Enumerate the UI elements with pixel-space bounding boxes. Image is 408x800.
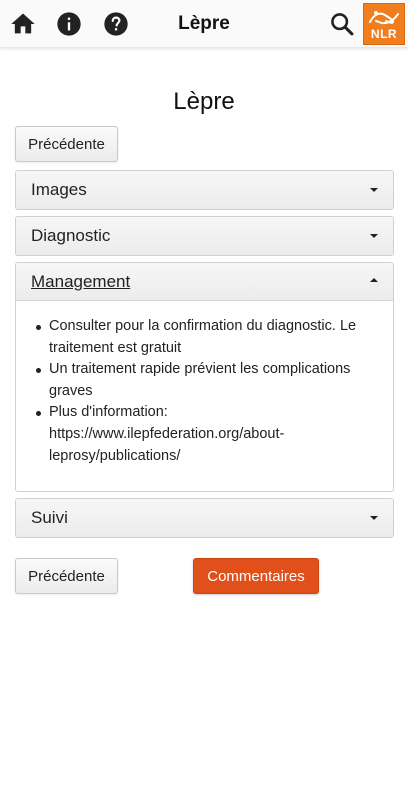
accordion-label: Diagnostic [31, 226, 111, 245]
logo-text: NLR [370, 27, 398, 41]
previous-button-top[interactable]: Précédente [15, 126, 118, 162]
caret-up-icon [370, 278, 378, 282]
accordion-suivi: Suivi [15, 498, 394, 538]
accordion-header-management[interactable]: Management [16, 263, 393, 301]
caret-down-icon [370, 188, 378, 192]
search-icon[interactable] [328, 10, 356, 38]
list-item: Consulter pour la confirmation du diagno… [32, 316, 377, 359]
accordion-images: Images [15, 170, 394, 210]
caret-down-icon [370, 234, 378, 238]
list-item[interactable]: Plus d'information: https://www.ilepfede… [32, 402, 377, 467]
nlr-logo[interactable]: NLR [363, 3, 405, 45]
caret-down-icon [370, 516, 378, 520]
top-app-bar: Lèpre NLR [0, 0, 408, 48]
list-item: Un traitement rapide prévient les compli… [32, 359, 377, 402]
accordion-header-suivi[interactable]: Suivi [16, 499, 393, 537]
accordion-diagnostic: Diagnostic [15, 216, 394, 256]
accordion-header-diagnostic[interactable]: Diagnostic [16, 217, 393, 255]
accordion-header-images[interactable]: Images [16, 171, 393, 209]
accordion-body-management: Consulter pour la confirmation du diagno… [16, 301, 393, 491]
page-title: Lèpre [173, 88, 235, 115]
accordion-label: Images [31, 180, 87, 199]
previous-button-bottom[interactable]: Précédente [15, 558, 118, 594]
accordion-label: Suivi [31, 508, 68, 527]
accordion-label: Management [31, 271, 131, 291]
accordion-management: Management Consulter pour la confirmatio… [15, 262, 394, 492]
comments-button[interactable]: Commentaires [193, 558, 319, 594]
management-list: Consulter pour la confirmation du diagno… [32, 316, 377, 467]
